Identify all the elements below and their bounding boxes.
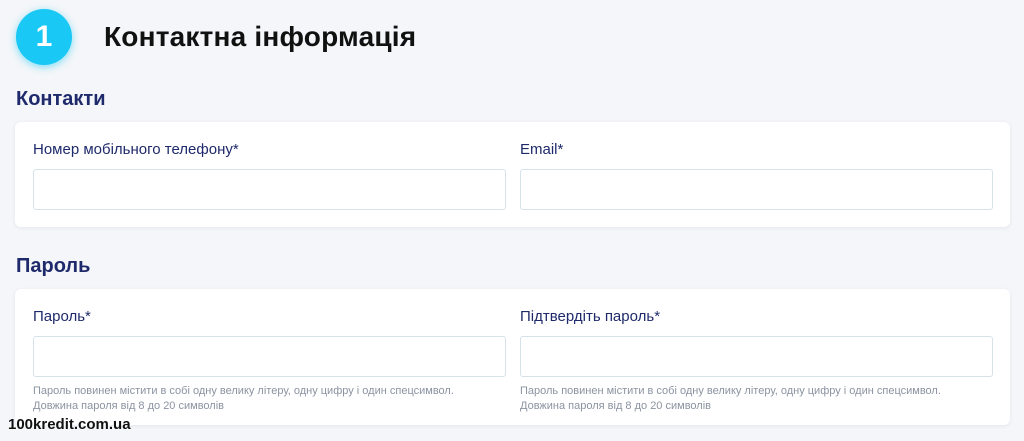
registration-page: 1 Контактна інформація Контакти Номер мо… — [0, 0, 1024, 441]
confirm-password-hint-line-2: Довжина пароля від 8 до 20 символів — [520, 400, 711, 412]
password-label: Пароль* — [33, 308, 91, 325]
email-field-group: Email* — [520, 141, 993, 210]
password-card: Пароль* Пароль повинен містити в собі од… — [15, 289, 1010, 425]
step-title: Контактна інформація — [104, 21, 417, 52]
email-label: Email* — [520, 141, 564, 158]
phone-label: Номер мобільного телефону* — [33, 141, 239, 158]
step-header: 1 Контактна інформація — [16, 8, 416, 66]
password-hint: Пароль повинен містити в собі одну велик… — [33, 384, 506, 414]
confirm-password-label: Підтвердіть пароль* — [520, 308, 661, 325]
email-input[interactable] — [520, 169, 993, 210]
phone-field-group: Номер мобільного телефону* — [33, 141, 506, 210]
confirm-password-hint: Пароль повинен містити в собі одну велик… — [520, 384, 993, 414]
confirm-password-input[interactable] — [520, 336, 993, 377]
password-section-title: Пароль — [16, 255, 91, 277]
password-hint-line-1: Пароль повинен містити в собі одну велик… — [33, 385, 454, 397]
step-number-badge: 1 — [16, 9, 72, 65]
contacts-section-title: Контакти — [16, 88, 106, 110]
password-input[interactable] — [33, 336, 506, 377]
confirm-password-field-group: Підтвердіть пароль* Пароль повинен місти… — [520, 308, 993, 414]
password-field-group: Пароль* Пароль повинен містити в собі од… — [33, 308, 506, 414]
phone-input[interactable] — [33, 169, 506, 210]
confirm-password-hint-line-1: Пароль повинен містити в собі одну велик… — [520, 385, 941, 397]
site-watermark: 100kredit.com.ua — [8, 416, 131, 433]
contacts-card: Номер мобільного телефону* Email* — [15, 122, 1010, 227]
password-hint-line-2: Довжина пароля від 8 до 20 символів — [33, 400, 224, 412]
